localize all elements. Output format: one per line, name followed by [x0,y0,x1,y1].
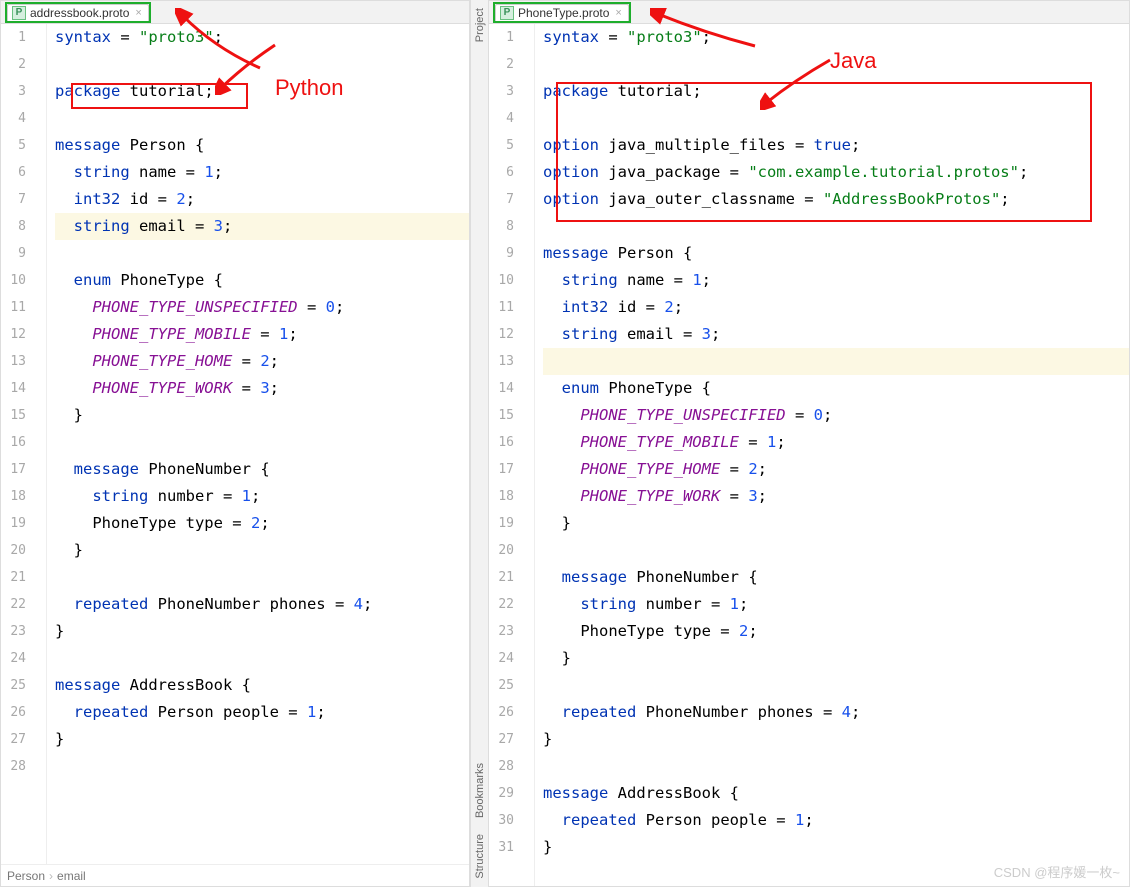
code-line[interactable]: string name = 1; [543,267,1129,294]
code-line[interactable]: string name = 1; [55,159,469,186]
breadcrumb-item[interactable]: email [57,869,86,883]
code-line[interactable] [55,51,469,78]
code-area[interactable]: syntax = "proto3"; package tutorial; mes… [47,24,469,864]
code-line[interactable]: } [55,618,469,645]
code-area[interactable]: syntax = "proto3"; package tutorial; opt… [535,24,1129,886]
code-line[interactable]: syntax = "proto3"; [543,24,1129,51]
code-line[interactable]: repeated PhoneNumber phones = 4; [543,699,1129,726]
code-line[interactable]: string email = 3; [543,321,1129,348]
code-line[interactable] [543,213,1129,240]
code-line[interactable]: PHONE_TYPE_UNSPECIFIED = 0; [55,294,469,321]
code-line[interactable]: repeated PhoneNumber phones = 4; [55,591,469,618]
code-line[interactable]: } [543,645,1129,672]
code-line[interactable] [55,429,469,456]
code-line[interactable] [55,564,469,591]
code-line[interactable]: enum PhoneType { [55,267,469,294]
code-line[interactable]: int32 id = 2; [543,294,1129,321]
code-line[interactable]: message PhoneNumber { [543,564,1129,591]
code-line[interactable] [543,51,1129,78]
tab-bar-right: P PhoneType.proto × [489,1,1129,24]
watermark: CSDN @程序媛一枚~ [994,862,1120,881]
code-editor-right[interactable]: 1234567891011121314151617181920212223242… [489,24,1129,886]
code-line[interactable] [55,240,469,267]
line-gutter: 1234567891011121314151617181920212223242… [489,24,535,886]
code-line[interactable]: message AddressBook { [55,672,469,699]
file-tab-addressbook[interactable]: P addressbook.proto × [7,4,149,21]
code-line[interactable]: message Person { [543,240,1129,267]
code-editor-left[interactable]: 1234567891011121314151617181920212223242… [1,24,469,864]
code-line[interactable]: PhoneType type = 2; [543,618,1129,645]
close-icon[interactable]: × [135,7,141,19]
editor-pane-left: P addressbook.proto × 123456789101112131… [0,0,470,887]
code-line[interactable]: package tutorial; [543,78,1129,105]
proto-file-icon: P [500,6,514,20]
code-line[interactable]: } [543,510,1129,537]
code-line[interactable] [543,753,1129,780]
code-line[interactable]: } [543,834,1129,861]
code-line[interactable]: string number = 1; [55,483,469,510]
code-line[interactable] [55,645,469,672]
tool-tab-project[interactable]: Project [472,0,488,50]
tool-tab-structure[interactable]: Structure [472,826,488,887]
code-line[interactable]: syntax = "proto3"; [55,24,469,51]
code-line[interactable]: } [55,402,469,429]
code-line[interactable]: } [55,537,469,564]
close-icon[interactable]: × [615,7,621,19]
tool-window-tabs: Project Bookmarks Structure [470,0,488,887]
code-line[interactable]: package tutorial; [55,78,469,105]
code-line[interactable] [543,672,1129,699]
code-line[interactable]: } [543,726,1129,753]
code-line[interactable] [55,753,469,780]
file-tab-phonetype[interactable]: P PhoneType.proto × [495,4,629,21]
code-line[interactable]: message Person { [55,132,469,159]
code-line[interactable]: string number = 1; [543,591,1129,618]
code-line[interactable]: PHONE_TYPE_WORK = 3; [55,375,469,402]
code-line[interactable]: repeated Person people = 1; [55,699,469,726]
code-line[interactable]: PHONE_TYPE_UNSPECIFIED = 0; [543,402,1129,429]
code-line[interactable]: } [55,726,469,753]
tab-label: PhoneType.proto [518,6,609,20]
breadcrumb[interactable]: Person › email [1,864,469,886]
code-line[interactable]: message PhoneNumber { [55,456,469,483]
tool-tab-bookmarks[interactable]: Bookmarks [472,755,488,826]
code-line[interactable]: enum PhoneType { [543,375,1129,402]
tab-bar-left: P addressbook.proto × [1,1,469,24]
proto-file-icon: P [12,6,26,20]
code-line[interactable]: PHONE_TYPE_HOME = 2; [543,456,1129,483]
chevron-right-icon: › [49,869,53,883]
code-line[interactable] [543,105,1129,132]
breadcrumb-item[interactable]: Person [7,869,45,883]
code-line[interactable] [55,105,469,132]
code-line[interactable]: option java_outer_classname = "AddressBo… [543,186,1129,213]
code-line[interactable]: PHONE_TYPE_MOBILE = 1; [55,321,469,348]
code-line[interactable]: PHONE_TYPE_HOME = 2; [55,348,469,375]
code-line[interactable] [543,537,1129,564]
editor-pane-right: P PhoneType.proto × 12345678910111213141… [488,0,1130,887]
code-line[interactable]: int32 id = 2; [55,186,469,213]
code-line[interactable]: message AddressBook { [543,780,1129,807]
code-line[interactable] [543,348,1129,375]
line-gutter: 1234567891011121314151617181920212223242… [1,24,47,864]
code-line[interactable]: PHONE_TYPE_WORK = 3; [543,483,1129,510]
code-line[interactable]: repeated Person people = 1; [543,807,1129,834]
code-line[interactable]: PhoneType type = 2; [55,510,469,537]
code-line[interactable]: option java_package = "com.example.tutor… [543,159,1129,186]
tab-label: addressbook.proto [30,6,129,20]
code-line[interactable]: PHONE_TYPE_MOBILE = 1; [543,429,1129,456]
code-line[interactable]: string email = 3; [55,213,469,240]
code-line[interactable]: option java_multiple_files = true; [543,132,1129,159]
